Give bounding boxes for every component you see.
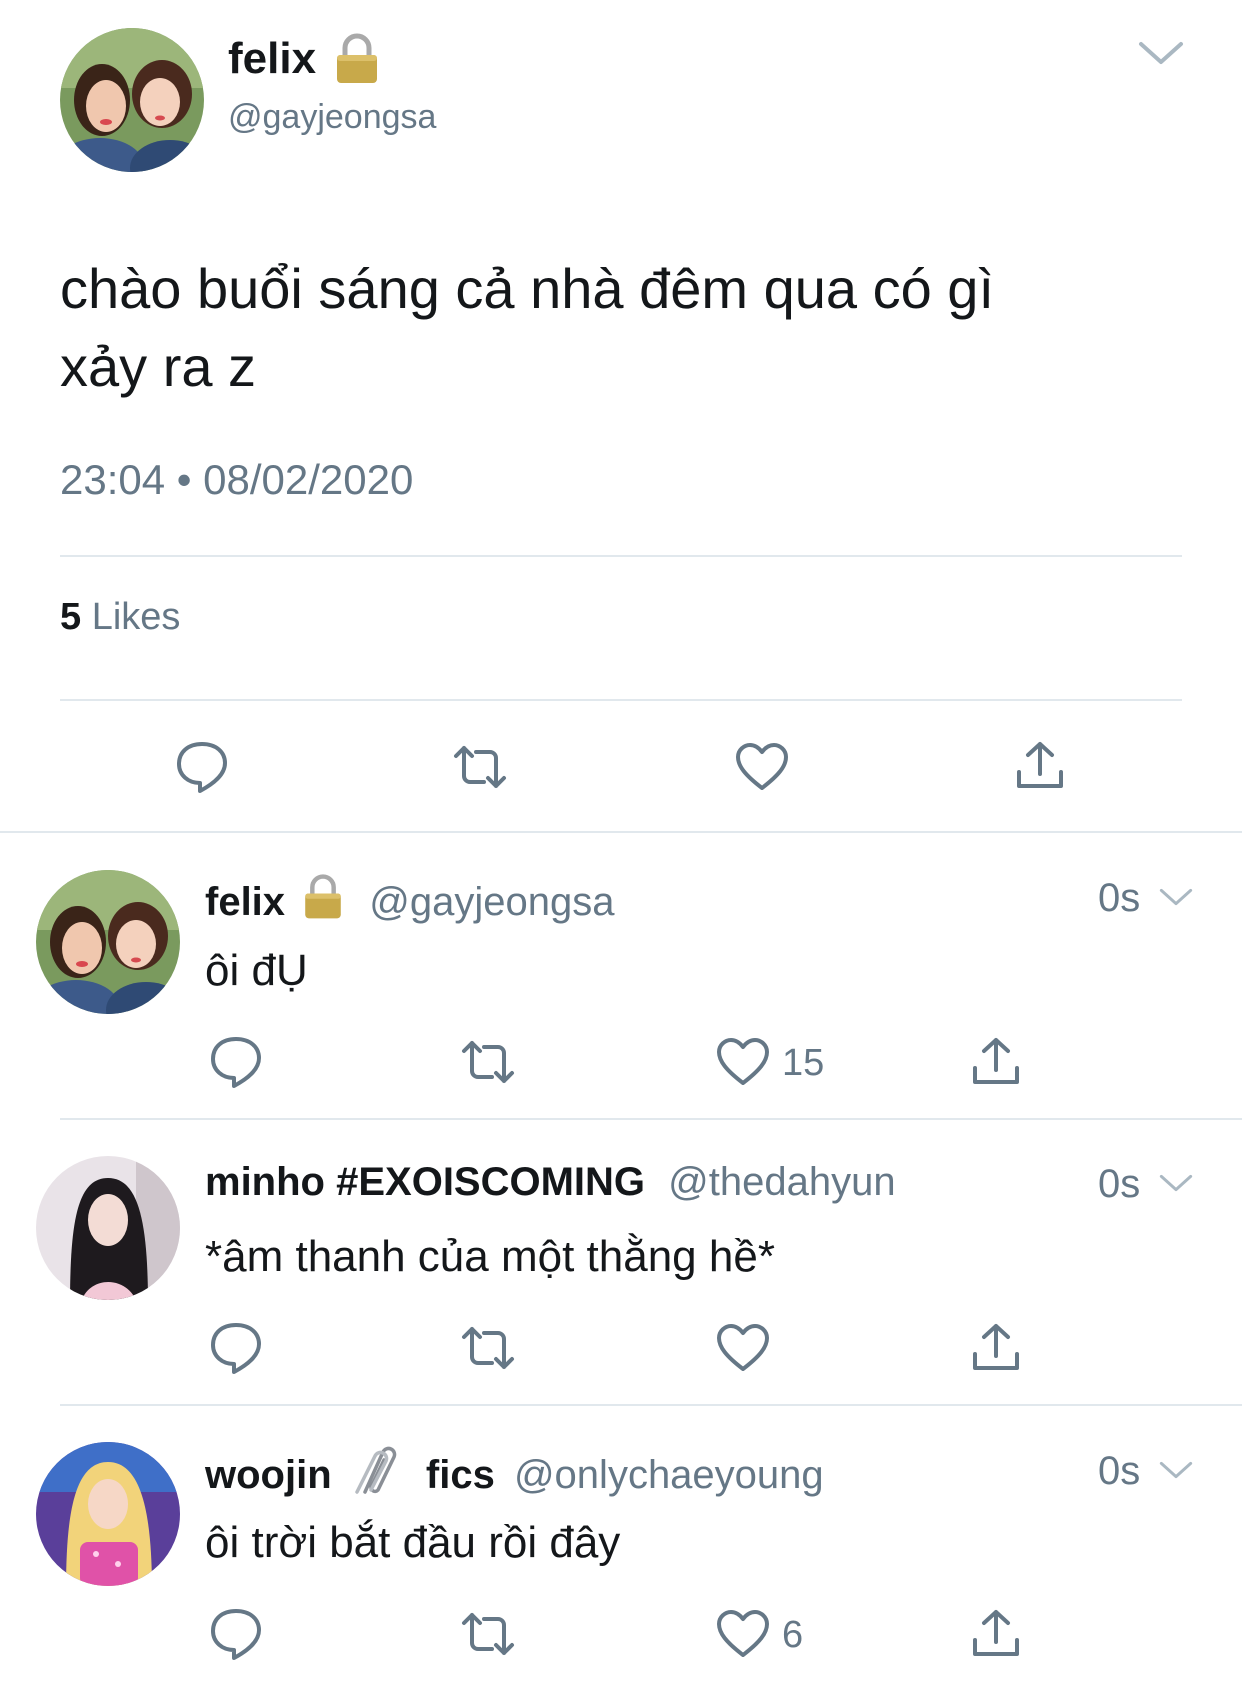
reply-time: 0s bbox=[1098, 1162, 1141, 1206]
reply-avatar[interactable] bbox=[36, 870, 180, 1014]
main-tweet-handle[interactable]: @gayjeongsa bbox=[228, 98, 436, 137]
share-icon[interactable] bbox=[1015, 740, 1065, 792]
reply-avatar[interactable] bbox=[36, 1156, 180, 1300]
reply-handle[interactable]: @gayjeongsa bbox=[369, 880, 614, 924]
divider bbox=[60, 699, 1182, 701]
heart-icon[interactable] bbox=[716, 1037, 770, 1087]
reply-display-name[interactable]: felix bbox=[205, 880, 285, 924]
reply-handle[interactable]: @onlychaeyoung bbox=[514, 1453, 824, 1497]
reply-handle[interactable]: @thedahyun bbox=[668, 1160, 895, 1204]
heart-icon[interactable] bbox=[716, 1609, 770, 1659]
reply-icon[interactable] bbox=[209, 1321, 263, 1375]
reply-time: 0s bbox=[1098, 1449, 1141, 1493]
reply-display-name-suffix[interactable]: fics bbox=[426, 1453, 495, 1497]
like-count: 15 bbox=[782, 1042, 825, 1084]
paperclip-icon bbox=[351, 1446, 407, 1496]
reply-text: *âm thanh của một thằng hề* bbox=[205, 1232, 775, 1281]
reply-time: 0s bbox=[1098, 876, 1141, 920]
share-icon[interactable] bbox=[971, 1036, 1021, 1088]
main-tweet-display-name[interactable]: felix bbox=[228, 34, 316, 84]
reply-avatar[interactable] bbox=[36, 1442, 180, 1586]
share-icon[interactable] bbox=[971, 1608, 1021, 1660]
likes-label: Likes bbox=[91, 596, 181, 638]
main-tweet-text-line1: chào buổi sáng cả nhà đêm qua có gì bbox=[60, 257, 995, 320]
likes-count-row[interactable]: 5 Likes bbox=[60, 596, 180, 639]
heart-icon[interactable] bbox=[735, 742, 789, 792]
like-count: 6 bbox=[782, 1614, 804, 1656]
lock-icon bbox=[302, 873, 344, 921]
reply-text: ôi đỤ bbox=[205, 946, 308, 995]
main-tweet-avatar[interactable] bbox=[60, 28, 204, 172]
divider bbox=[0, 831, 1242, 833]
chevron-down-icon[interactable] bbox=[1158, 1172, 1194, 1194]
likes-count: 5 bbox=[60, 596, 82, 638]
chevron-down-icon[interactable] bbox=[1158, 1459, 1194, 1481]
reply-header: woojin fics @onlychaeyoung bbox=[205, 1446, 824, 1498]
divider bbox=[60, 1118, 1242, 1120]
reply-header: felix @gayjeongsa bbox=[205, 873, 615, 925]
reply-text: ôi trời bắt đầu rồi đây bbox=[205, 1518, 621, 1567]
heart-icon[interactable] bbox=[716, 1323, 770, 1373]
retweet-icon[interactable] bbox=[460, 1609, 516, 1659]
chevron-down-icon[interactable] bbox=[1158, 886, 1194, 908]
lock-icon bbox=[334, 32, 380, 86]
main-tweet-timestamp[interactable]: 23:04 • 08/02/2020 bbox=[60, 456, 413, 504]
retweet-icon[interactable] bbox=[460, 1037, 516, 1087]
reply-header: minho #EXOISCOMING @thedahyun bbox=[205, 1160, 896, 1205]
reply-display-name[interactable]: woojin bbox=[205, 1453, 332, 1497]
reply-icon[interactable] bbox=[209, 1035, 263, 1089]
reply-icon[interactable] bbox=[175, 740, 229, 794]
main-tweet-text: chào buổi sáng cả nhà đêm qua có gì xảy … bbox=[60, 250, 1180, 406]
retweet-icon[interactable] bbox=[460, 1323, 516, 1373]
main-tweet-text-line2: xảy ra z bbox=[60, 335, 257, 398]
divider bbox=[60, 555, 1182, 557]
reply-icon[interactable] bbox=[209, 1607, 263, 1661]
share-icon[interactable] bbox=[971, 1322, 1021, 1374]
divider bbox=[60, 1404, 1242, 1406]
reply-display-name[interactable]: minho #EXOISCOMING bbox=[205, 1160, 645, 1204]
chevron-down-icon[interactable] bbox=[1137, 38, 1185, 68]
retweet-icon[interactable] bbox=[452, 742, 508, 792]
